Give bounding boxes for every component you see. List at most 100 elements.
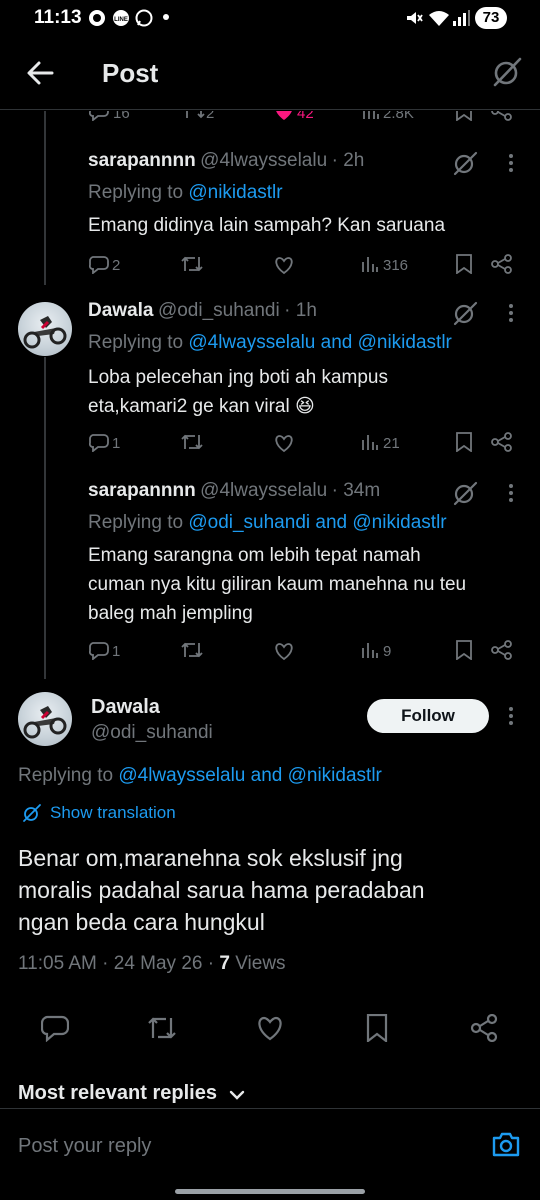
- views-count: 316: [383, 257, 409, 274]
- more-options-icon[interactable]: [508, 483, 514, 503]
- tweet-text-line: Emang sarangna om lebih tepat namah: [88, 545, 421, 566]
- tweet-text-line: cuman nya kitu giliran kaum manehna nu t…: [88, 574, 467, 595]
- reply-icon[interactable]: [89, 432, 109, 452]
- bookmark-icon[interactable]: [455, 111, 473, 121]
- gesture-nav-handle[interactable]: [175, 1189, 365, 1194]
- tweet-header: Dawala @odi_suhandi · 1h: [88, 300, 317, 322]
- grok-icon[interactable]: [452, 150, 478, 176]
- reply-tweet[interactable]: sarapannnn @4lwaysselalu · 34m Replying …: [0, 470, 540, 680]
- share-icon[interactable]: [491, 254, 513, 274]
- chevron-down-icon: [230, 1090, 245, 1100]
- more-options-icon[interactable]: [508, 303, 514, 323]
- camera-icon[interactable]: [492, 1131, 520, 1157]
- tweet-text-line: Emang didinya lain sampah? Kan saruana: [88, 215, 446, 236]
- like-icon[interactable]: [273, 641, 295, 661]
- reply-count: 1: [112, 643, 121, 660]
- bookmark-icon[interactable]: [455, 432, 473, 452]
- mute-icon: [407, 12, 423, 24]
- bookmark-icon[interactable]: [455, 640, 473, 660]
- author-name[interactable]: sarapannnn: [88, 150, 196, 171]
- post-text-line: ngan beda cara hungkul: [18, 909, 265, 935]
- reply-count: 16: [113, 111, 130, 122]
- post-text-line: Benar om,maranehna sok ekslusif jng: [18, 845, 403, 871]
- signal-icon: [453, 10, 470, 26]
- show-translation-label[interactable]: Show translation: [50, 803, 176, 823]
- replying-to-link[interactable]: @4lwaysselalu and @nikidastlr: [188, 332, 452, 353]
- post-timestamp: 11:05 AM · 24 May 26 ·: [18, 953, 220, 974]
- translate-icon: [23, 804, 41, 822]
- reply-count: 2: [112, 257, 121, 274]
- heart-icon[interactable]: [273, 111, 295, 121]
- views-icon[interactable]: [361, 640, 379, 660]
- views-icon[interactable]: [361, 432, 379, 452]
- author-name[interactable]: Dawala: [91, 696, 160, 719]
- reply-icon[interactable]: [89, 254, 109, 274]
- like-icon[interactable]: [273, 255, 295, 275]
- arrow-left-icon[interactable]: [26, 60, 54, 86]
- author-name[interactable]: Dawala: [88, 300, 153, 321]
- battery-indicator: 73: [475, 7, 507, 29]
- wifi-icon: [429, 11, 449, 26]
- share-icon[interactable]: [491, 111, 513, 121]
- like-icon[interactable]: [255, 1015, 285, 1041]
- status-time: 11:13: [34, 7, 82, 28]
- repost-icon[interactable]: [181, 432, 203, 452]
- replying-label: Replying to: [88, 332, 184, 353]
- reply-icon[interactable]: [89, 111, 109, 121]
- author-name[interactable]: sarapannnn: [88, 480, 196, 501]
- repost-icon[interactable]: [181, 254, 203, 274]
- post-meta: 11:05 AM · 24 May 26 · 7 Views: [18, 953, 286, 975]
- views-count: 2.8K: [383, 111, 414, 122]
- page-title: Post: [102, 58, 159, 88]
- replying-to-link[interactable]: @4lwaysselalu and @nikidastlr: [118, 765, 382, 786]
- motocross-image: [23, 706, 67, 739]
- repost-icon[interactable]: [181, 640, 203, 660]
- grok-icon[interactable]: [452, 480, 478, 506]
- replying-label: Replying to: [88, 512, 184, 533]
- author-handle[interactable]: @4lwaysselalu: [200, 150, 327, 171]
- line-icon: LINE: [113, 10, 129, 26]
- bookmark-icon[interactable]: [366, 1014, 388, 1042]
- reply-icon[interactable]: [89, 640, 109, 660]
- repost-icon[interactable]: [183, 111, 205, 121]
- author-handle[interactable]: @4lwaysselalu: [200, 480, 327, 501]
- bookmark-icon[interactable]: [455, 254, 473, 274]
- reply-icon[interactable]: [41, 1014, 69, 1042]
- follow-button[interactable]: Follow: [367, 699, 489, 733]
- tweet-text-line: baleg mah jempling: [88, 603, 253, 624]
- author-handle[interactable]: @odi_suhandi: [158, 300, 280, 321]
- share-icon[interactable]: [491, 432, 513, 452]
- reply-tweet[interactable]: sarapannnn @4lwaysselalu · 2h Replying t…: [0, 140, 540, 290]
- grok-icon[interactable]: [452, 300, 478, 326]
- tweet-time: · 2h: [331, 150, 365, 171]
- more-options-icon[interactable]: [508, 153, 514, 173]
- avatar[interactable]: [18, 302, 72, 356]
- reply-input[interactable]: Post your reply: [18, 1135, 151, 1158]
- repost-icon[interactable]: [147, 1014, 177, 1042]
- sort-replies-dropdown[interactable]: Most relevant replies: [18, 1082, 245, 1105]
- reply-count: 1: [112, 435, 121, 452]
- replying-to: Replying to @4lwaysselalu and @nikidastl…: [18, 765, 382, 787]
- author-handle[interactable]: @odi_suhandi: [91, 722, 213, 744]
- reply-composer-bar: Post your reply: [0, 1108, 540, 1200]
- avatar[interactable]: [18, 692, 72, 746]
- grok-icon[interactable]: [491, 56, 523, 88]
- alarm-icon: [89, 10, 105, 26]
- like-icon[interactable]: [273, 433, 295, 453]
- reply-tweet[interactable]: Dawala @odi_suhandi · 1h Replying to @4l…: [0, 290, 540, 470]
- share-icon[interactable]: [491, 640, 513, 660]
- replying-to: Replying to @odi_suhandi and @nikidastlr: [88, 512, 447, 534]
- views-count: 9: [383, 643, 392, 660]
- repost-count: 2: [206, 111, 215, 122]
- share-icon[interactable]: [470, 1014, 498, 1042]
- app-header: Post: [0, 36, 540, 110]
- views-icon[interactable]: [361, 254, 379, 274]
- post-views-label: Views: [229, 953, 286, 974]
- views-icon[interactable]: [362, 111, 380, 121]
- replying-to-link[interactable]: @odi_suhandi and @nikidastlr: [188, 512, 446, 533]
- svg-text:LINE: LINE: [114, 17, 128, 23]
- more-options-icon[interactable]: [508, 706, 514, 726]
- previous-tweet-actions: 16 2 42 2.8K: [0, 111, 540, 125]
- motocross-image: [23, 316, 67, 349]
- replying-to-link[interactable]: @nikidastlr: [188, 182, 282, 203]
